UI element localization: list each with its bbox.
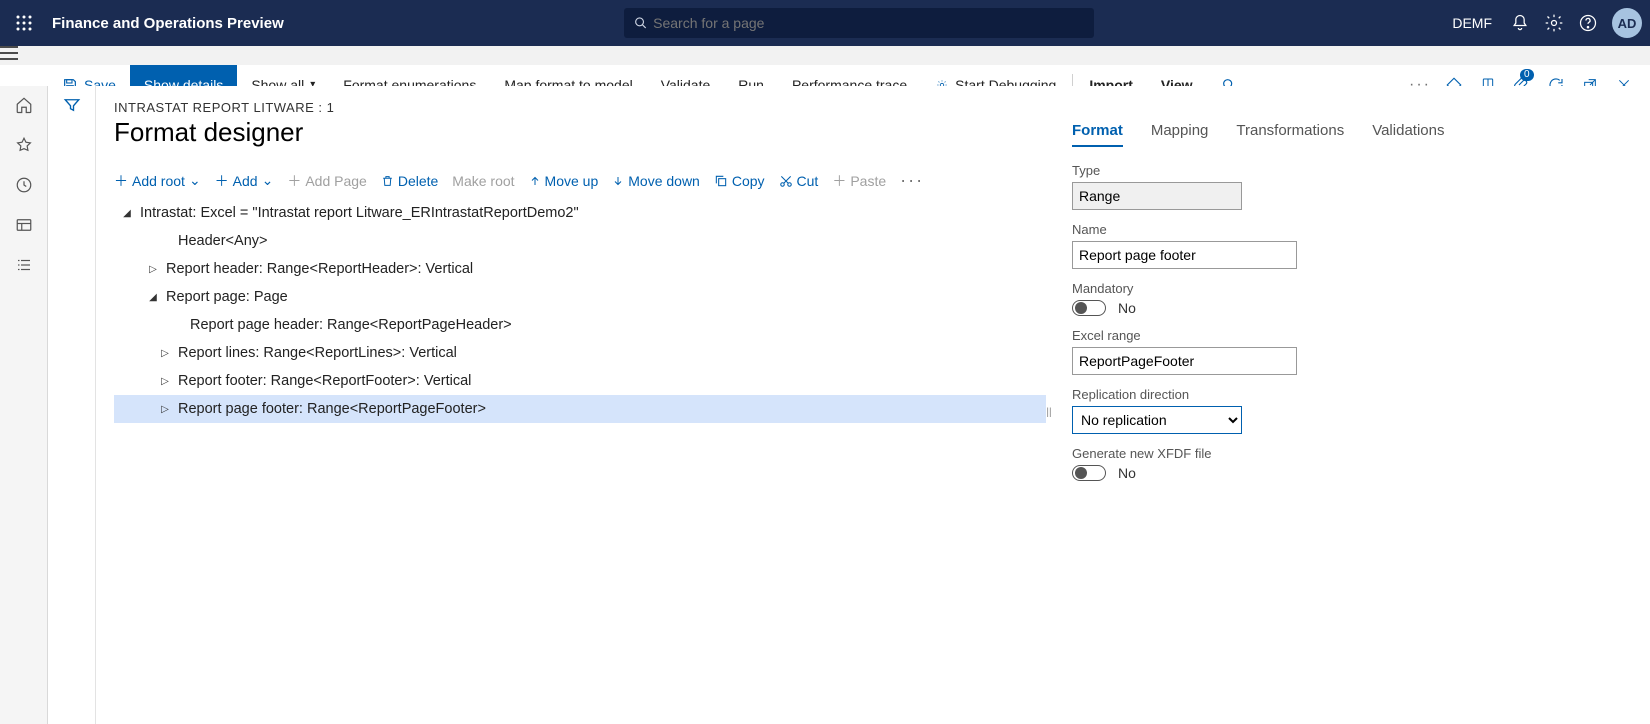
- bell-icon[interactable]: [1510, 13, 1530, 33]
- add-page-button: ＋Add Page: [287, 171, 367, 191]
- app-title: Finance and Operations Preview: [52, 15, 284, 32]
- xfdf-toggle[interactable]: [1072, 465, 1106, 481]
- delete-button[interactable]: Delete: [381, 173, 438, 189]
- top-app-bar: Finance and Operations Preview DEMF AD: [0, 0, 1650, 46]
- expand-icon[interactable]: ▷: [146, 264, 160, 275]
- tree-node[interactable]: ▸Report page header: Range<ReportPageHea…: [114, 311, 1046, 339]
- filter-strip: [48, 86, 96, 724]
- name-field[interactable]: [1072, 241, 1297, 269]
- arrow-down-icon: [612, 174, 624, 188]
- tree-node-selected[interactable]: ▷Report page footer: Range<ReportPageFoo…: [114, 395, 1046, 423]
- tab-validations[interactable]: Validations: [1372, 122, 1444, 147]
- expand-icon[interactable]: ▷: [158, 404, 172, 415]
- chevron-down-icon: ⌄: [262, 172, 274, 189]
- mandatory-toggle[interactable]: [1072, 300, 1106, 316]
- tab-mapping[interactable]: Mapping: [1151, 122, 1209, 147]
- tab-transformations[interactable]: Transformations: [1236, 122, 1344, 147]
- tree-node[interactable]: ◢Report page: Page: [114, 283, 1046, 311]
- replication-select[interactable]: No replication: [1072, 406, 1242, 434]
- tree-node[interactable]: ▷Report footer: Range<ReportFooter>: Ver…: [114, 367, 1046, 395]
- excel-range-field[interactable]: [1072, 347, 1297, 375]
- chevron-down-icon: ⌄: [189, 172, 201, 189]
- more-actions-icon[interactable]: ···: [900, 170, 924, 191]
- mandatory-label: Mandatory: [1072, 281, 1632, 296]
- add-button[interactable]: ＋Add⌄: [215, 171, 274, 191]
- copy-icon: [714, 174, 728, 188]
- search-box[interactable]: [624, 8, 1094, 38]
- main-content: INTRASTAT REPORT LITWARE : 1 Format desi…: [96, 86, 1650, 724]
- name-label: Name: [1072, 222, 1632, 237]
- tree-node[interactable]: ◢Intrastat: Excel = "Intrastat report Li…: [114, 199, 1046, 227]
- type-field: [1072, 182, 1242, 210]
- make-root-button: Make root: [452, 173, 514, 189]
- search-icon: [634, 16, 647, 30]
- user-avatar[interactable]: AD: [1612, 8, 1642, 38]
- add-root-button[interactable]: ＋Add root⌄: [114, 171, 201, 191]
- collapse-icon[interactable]: ◢: [120, 208, 134, 219]
- replication-label: Replication direction: [1072, 387, 1632, 402]
- company-code[interactable]: DEMF: [1452, 15, 1492, 31]
- left-nav-rail: [0, 86, 48, 724]
- expand-icon[interactable]: ▷: [158, 348, 172, 359]
- paste-button: ＋Paste: [832, 171, 886, 191]
- breadcrumb: INTRASTAT REPORT LITWARE : 1: [114, 100, 1046, 115]
- cut-button[interactable]: Cut: [779, 173, 819, 189]
- modules-icon[interactable]: [13, 254, 35, 276]
- type-label: Type: [1072, 163, 1632, 178]
- recent-icon[interactable]: [13, 174, 35, 196]
- cut-icon: [779, 174, 793, 188]
- tree-toolbar: ＋Add root⌄ ＋Add⌄ ＋Add Page Delete Make r…: [114, 170, 1046, 191]
- arrow-up-icon: [529, 174, 541, 188]
- trash-icon: [381, 174, 394, 188]
- collapse-icon[interactable]: ◢: [146, 292, 160, 303]
- tree-node[interactable]: ▸Header<Any>: [114, 227, 1046, 255]
- home-icon[interactable]: [13, 94, 35, 116]
- workspaces-icon[interactable]: [13, 214, 35, 236]
- gear-icon[interactable]: [1544, 13, 1564, 33]
- excel-range-label: Excel range: [1072, 328, 1632, 343]
- copy-button[interactable]: Copy: [714, 173, 765, 189]
- xfdf-value: No: [1118, 465, 1136, 481]
- format-tree: ◢Intrastat: Excel = "Intrastat report Li…: [114, 199, 1046, 423]
- format-properties-form: Type Name Mandatory No Excel range Repli…: [1072, 163, 1632, 481]
- xfdf-label: Generate new XFDF file: [1072, 446, 1632, 461]
- app-launcher-icon[interactable]: [8, 7, 40, 39]
- help-icon[interactable]: [1578, 13, 1598, 33]
- tree-node[interactable]: ▷Report lines: Range<ReportLines>: Verti…: [114, 339, 1046, 367]
- search-input[interactable]: [653, 15, 1084, 31]
- expand-icon[interactable]: ▷: [158, 376, 172, 387]
- tree-node[interactable]: ▷Report header: Range<ReportHeader>: Ver…: [114, 255, 1046, 283]
- tab-format[interactable]: Format: [1072, 122, 1123, 147]
- mandatory-value: No: [1118, 300, 1136, 316]
- details-tabs: Format Mapping Transformations Validatio…: [1072, 122, 1632, 147]
- attachments-badge: 0: [1520, 69, 1534, 81]
- filter-icon[interactable]: [63, 96, 81, 724]
- page-title: Format designer: [114, 117, 1046, 148]
- nav-toggle[interactable]: [0, 46, 1650, 65]
- move-down-button[interactable]: Move down: [612, 173, 700, 189]
- move-up-button[interactable]: Move up: [529, 173, 599, 189]
- favorites-icon[interactable]: [13, 134, 35, 156]
